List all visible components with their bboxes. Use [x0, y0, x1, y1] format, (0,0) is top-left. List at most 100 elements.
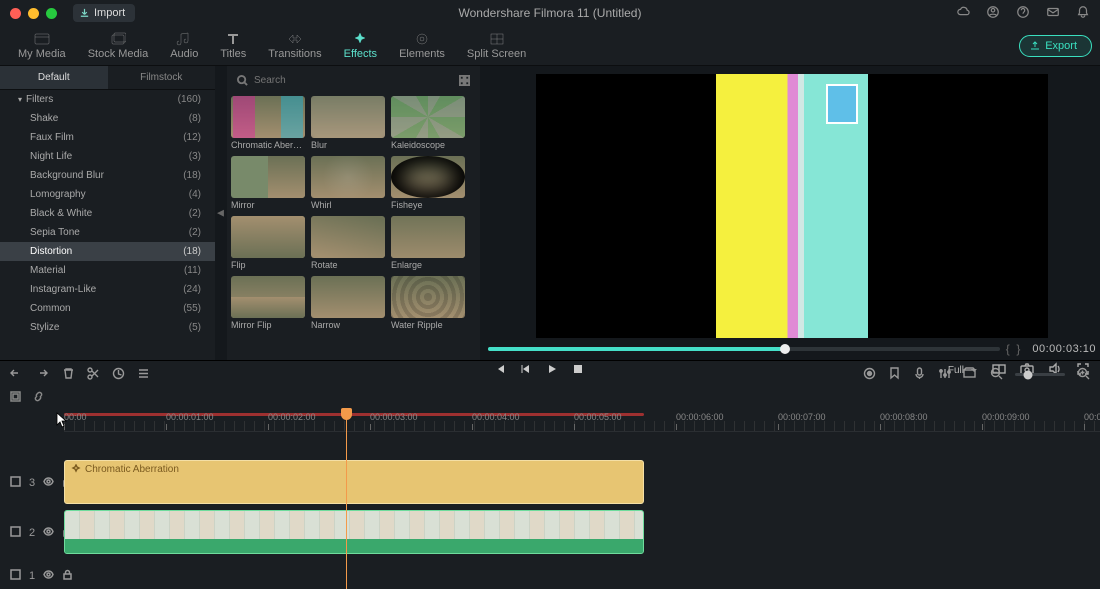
track-toggle-icon[interactable] [10, 476, 21, 490]
snap-button[interactable] [10, 391, 21, 405]
minimize-window-icon[interactable] [28, 8, 39, 19]
import-label: Import [94, 7, 125, 19]
play-button[interactable] [546, 363, 558, 378]
cloud-icon[interactable] [956, 5, 970, 22]
category-common[interactable]: Common(55) [0, 299, 215, 318]
effect-label: Flip [231, 260, 305, 270]
eye-icon[interactable] [43, 476, 54, 490]
category-sepia-tone[interactable]: Sepia Tone(2) [0, 223, 215, 242]
effect-water-ripple[interactable]: Water Ripple [391, 276, 465, 330]
preview-scrubber[interactable] [488, 347, 1000, 351]
inner-tab-default[interactable]: Default [0, 66, 108, 89]
zoom-out-button[interactable] [990, 367, 1003, 383]
effect-rotate[interactable]: Rotate [311, 216, 385, 270]
play-backward-button[interactable] [520, 363, 532, 378]
inner-tab-filmstock[interactable]: Filmstock [108, 66, 216, 89]
tab-label: Transitions [268, 48, 321, 60]
zoom-in-button[interactable] [1077, 367, 1090, 383]
effect-label: Mirror Flip [231, 320, 305, 330]
export-button[interactable]: Export [1019, 35, 1092, 57]
ruler-tick: 00:00:07:00 [778, 412, 826, 422]
eye-icon[interactable] [43, 526, 54, 540]
category-lomography[interactable]: Lomography(4) [0, 185, 215, 204]
undo-button[interactable] [10, 367, 23, 383]
category-background-blur[interactable]: Background Blur(18) [0, 166, 215, 185]
account-icon[interactable] [986, 5, 1000, 22]
mixer-button[interactable] [938, 367, 951, 383]
tab-audio[interactable]: Audio [160, 30, 208, 62]
close-window-icon[interactable] [10, 8, 21, 19]
effect-chromatic-aberration[interactable]: Chromatic Aberration [231, 96, 305, 150]
marker-button[interactable] [888, 367, 901, 383]
category-count: (8) [189, 113, 201, 124]
category-count: (24) [183, 284, 201, 295]
effect-label: Kaleidoscope [391, 140, 465, 150]
grid-view-icon[interactable] [459, 75, 470, 86]
record-button[interactable] [863, 367, 876, 383]
category-filters[interactable]: ▾ Filters (160) [0, 90, 215, 109]
tab-transitions[interactable]: Transitions [258, 30, 331, 62]
effect-narrow[interactable]: Narrow [311, 276, 385, 330]
effect-enlarge[interactable]: Enlarge [391, 216, 465, 270]
help-icon[interactable] [1016, 5, 1030, 22]
preview-viewport[interactable] [536, 74, 1048, 338]
mark-segment-icon[interactable]: { } [1006, 342, 1021, 356]
tab-titles[interactable]: Titles [210, 30, 256, 62]
split-button[interactable] [87, 367, 100, 383]
mail-icon[interactable] [1046, 5, 1060, 22]
ruler-tick: 00:00:05:00 [574, 412, 622, 422]
zoom-slider[interactable] [1015, 373, 1065, 376]
menu-button[interactable] [137, 367, 150, 383]
effect-clip[interactable]: Chromatic Aberration [64, 460, 644, 504]
category-count: (160) [178, 94, 201, 105]
effect-fisheye[interactable]: Fisheye [391, 156, 465, 210]
tab-my-media[interactable]: My Media [8, 30, 76, 62]
speed-button[interactable] [112, 367, 125, 383]
effect-mirror-flip[interactable]: Mirror Flip [231, 276, 305, 330]
preview-pane: { } 00:00:03:10 Full [480, 66, 1100, 360]
effect-flip[interactable]: Flip [231, 216, 305, 270]
effect-blur[interactable]: Blur [311, 96, 385, 150]
track-toggle-icon[interactable] [10, 526, 21, 540]
category-material[interactable]: Material(11) [0, 261, 215, 280]
collapse-sidebar-handle[interactable]: ◀ [215, 66, 227, 360]
render-button[interactable] [963, 367, 976, 383]
redo-button[interactable] [35, 367, 48, 383]
voiceover-button[interactable] [913, 367, 926, 383]
effect-whirl[interactable]: Whirl [311, 156, 385, 210]
ruler-tick: 00:00:10 [1084, 412, 1100, 422]
timeline-ruler[interactable]: 00:0000:00:01:0000:00:02:0000:00:03:0000… [64, 408, 1100, 432]
track-toggle-icon[interactable] [10, 569, 21, 583]
titlebar: Import Wondershare Filmora 11 (Untitled) [0, 0, 1100, 26]
delete-button[interactable] [62, 367, 75, 383]
category-night-life[interactable]: Night Life(3) [0, 147, 215, 166]
search-input[interactable] [254, 75, 453, 86]
category-faux-film[interactable]: Faux Film(12) [0, 128, 215, 147]
category-count: (55) [183, 303, 201, 314]
category-count: (18) [183, 170, 201, 181]
tab-effects[interactable]: Effects [334, 30, 387, 62]
import-button[interactable]: Import [73, 4, 135, 22]
prev-frame-button[interactable] [494, 363, 506, 378]
stop-button[interactable] [572, 363, 584, 378]
effect-mirror[interactable]: Mirror [231, 156, 305, 210]
effect-thumbnail [391, 96, 465, 138]
app-title: Wondershare Filmora 11 (Untitled) [459, 6, 642, 20]
category-stylize[interactable]: Stylize(5) [0, 318, 215, 337]
tab-split-screen[interactable]: Split Screen [457, 30, 536, 62]
link-button[interactable] [33, 391, 44, 405]
category-shake[interactable]: Shake(8) [0, 109, 215, 128]
download-icon [79, 8, 90, 19]
eye-icon[interactable] [43, 569, 54, 583]
effect-kaleidoscope[interactable]: Kaleidoscope [391, 96, 465, 150]
tab-elements[interactable]: Elements [389, 30, 455, 62]
playhead[interactable] [346, 408, 347, 589]
category-instagram-like[interactable]: Instagram-Like(24) [0, 280, 215, 299]
timeline[interactable]: 00:0000:00:01:0000:00:02:0000:00:03:0000… [0, 408, 1100, 589]
notifications-icon[interactable] [1076, 5, 1090, 22]
video-clip[interactable] [64, 510, 644, 554]
category-distortion[interactable]: Distortion(18) [0, 242, 215, 261]
tab-stock-media[interactable]: Stock Media [78, 30, 159, 62]
zoom-window-icon[interactable] [46, 8, 57, 19]
category-black-white[interactable]: Black & White(2) [0, 204, 215, 223]
